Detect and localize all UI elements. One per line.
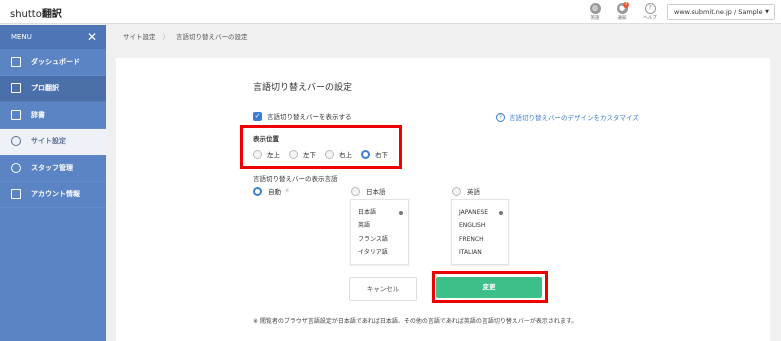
radio-label: 右下 bbox=[375, 151, 388, 159]
position-radio-group: 左上 左下 右上 右下 bbox=[253, 149, 397, 159]
position-radio-top-left[interactable]: 左上 bbox=[253, 149, 280, 159]
radio-icon bbox=[351, 186, 360, 196]
page-title: 言語切り替えバーの設定 bbox=[253, 83, 353, 93]
breadcrumb: サイト設定〉言語切り替えバーの設定 bbox=[106, 25, 781, 49]
radio-icon bbox=[325, 149, 334, 159]
position-radio-bottom-right[interactable]: 右下 bbox=[361, 149, 388, 159]
top-bar: shutto翻訳 ◍ 英語 ● 1 通知 ? ヘルプ www.submit.ne… bbox=[0, 0, 781, 24]
book-icon bbox=[11, 109, 21, 120]
radio-selected-icon bbox=[361, 149, 370, 159]
list-item-label: イタリア語 bbox=[358, 248, 388, 256]
sidebar: MENU ✕ ダッシュボード プロ翻訳 辞書 サイト設定 スタッフ管理 アカウン… bbox=[0, 25, 106, 341]
current-dot-icon bbox=[399, 211, 403, 215]
sidebar-item-pro-translation[interactable]: プロ翻訳 bbox=[0, 75, 106, 102]
position-radio-top-right[interactable]: 右上 bbox=[325, 149, 352, 159]
show-bar-checkbox-row[interactable]: ✓ 言語切り替えバーを表示する bbox=[253, 111, 352, 121]
radio-label: 左上 bbox=[267, 151, 280, 159]
sidebar-item-dictionary[interactable]: 辞書 bbox=[0, 102, 106, 129]
help-icon: ? bbox=[644, 3, 656, 14]
sidebar-item-label: 辞書 bbox=[31, 110, 45, 119]
app-logo[interactable]: shutto翻訳 bbox=[10, 5, 62, 20]
list-item: 英語 bbox=[358, 219, 401, 232]
breadcrumb-item-current: 言語切り替えバーの設定 bbox=[176, 33, 248, 41]
help-label: ヘルプ bbox=[643, 16, 657, 21]
notification-label: 通知 bbox=[617, 16, 627, 21]
sidebar-item-label: プロ翻訳 bbox=[31, 84, 59, 93]
sidebar-item-label: スタッフ管理 bbox=[31, 163, 73, 172]
cancel-button[interactable]: キャンセル bbox=[349, 277, 417, 301]
language-icon: ◍ bbox=[589, 3, 601, 14]
radio-icon bbox=[289, 149, 298, 159]
radio-icon bbox=[253, 149, 262, 159]
list-item: イタリア語 bbox=[358, 246, 401, 259]
list-item-label: ENGLISH bbox=[459, 222, 486, 230]
language-radio-auto[interactable]: 自動 ※ bbox=[253, 186, 289, 196]
sidebar-item-label: サイト設定 bbox=[31, 137, 66, 146]
radio-selected-icon bbox=[253, 186, 262, 196]
radio-label: 英語 bbox=[467, 188, 480, 196]
customize-design-link[interactable]: ? 言語切り替えバーのデザインをカスタマイズ bbox=[496, 112, 639, 122]
show-bar-checkbox-label: 言語切り替えバーを表示する bbox=[267, 113, 352, 121]
english-language-preview: JAPANESE ENGLISH FRENCH ITALIAN bbox=[451, 199, 509, 265]
note-mark: ※ bbox=[285, 188, 290, 194]
display-language-label: 言語切り替えバーの表示言語 bbox=[253, 175, 338, 183]
gear-icon bbox=[11, 136, 21, 147]
menu-header: MENU ✕ bbox=[0, 25, 106, 49]
japanese-language-preview: 日本語 英語 フランス語 イタリア語 bbox=[350, 199, 409, 265]
list-item-label: 英語 bbox=[358, 222, 371, 230]
language-radio-japanese[interactable]: 日本語 bbox=[351, 186, 386, 196]
chevron-down-icon: ▼ bbox=[765, 9, 769, 15]
position-radio-bottom-left[interactable]: 左下 bbox=[289, 149, 316, 159]
radio-label: 右上 bbox=[339, 151, 352, 159]
sidebar-item-staff[interactable]: スタッフ管理 bbox=[0, 155, 106, 182]
list-item-label: ITALIAN bbox=[459, 248, 482, 256]
main-panel: 言語切り替えバーの設定 ✓ 言語切り替えバーを表示する ? 言語切り替えバーのデ… bbox=[116, 58, 770, 341]
users-icon bbox=[11, 162, 21, 173]
list-item-label: フランス語 bbox=[358, 235, 388, 243]
home-icon bbox=[11, 56, 21, 67]
site-selector-value: www.submit.ne.jp / Sample bbox=[674, 8, 763, 16]
question-icon: ? bbox=[496, 112, 505, 122]
list-item-label: JAPANESE bbox=[459, 209, 488, 216]
sidebar-item-label: ダッシュボード bbox=[31, 57, 80, 66]
footnote: ※ 閲覧者のブラウザ言語設定が日本語であれば日本語、その他の言語であれば英語の言… bbox=[253, 318, 578, 325]
sidebar-item-site-settings[interactable]: サイト設定 bbox=[0, 128, 106, 155]
list-item: ENGLISH bbox=[459, 219, 501, 232]
save-button[interactable]: 変更 bbox=[436, 277, 542, 298]
language-radio-english[interactable]: 英語 bbox=[452, 186, 480, 196]
notification-badge: 1 bbox=[623, 2, 629, 8]
list-item: フランス語 bbox=[358, 233, 401, 246]
document-grid-icon bbox=[11, 83, 21, 94]
highlight-box-position bbox=[240, 125, 402, 169]
list-item: ITALIAN bbox=[459, 246, 501, 259]
notification-button[interactable]: ● 1 通知 bbox=[612, 2, 632, 21]
radio-label: 左下 bbox=[303, 151, 316, 159]
radio-label: 自動 bbox=[268, 188, 281, 196]
list-item: 日本語 bbox=[358, 206, 403, 219]
logo-suffix: 翻訳 bbox=[41, 9, 62, 20]
breadcrumb-item-site-settings[interactable]: サイト設定 bbox=[123, 33, 156, 41]
radio-label: 日本語 bbox=[366, 188, 386, 196]
sidebar-item-label: アカウント情報 bbox=[31, 190, 80, 199]
menu-label: MENU bbox=[11, 33, 32, 41]
logo-text: shutto bbox=[10, 9, 42, 20]
help-button[interactable]: ? ヘルプ bbox=[640, 3, 660, 21]
list-item: FRENCH bbox=[459, 233, 501, 246]
list-item-label: 日本語 bbox=[358, 209, 377, 216]
position-label: 表示位置 bbox=[253, 135, 279, 143]
breadcrumb-separator: 〉 bbox=[162, 33, 170, 41]
sidebar-item-dashboard[interactable]: ダッシュボード bbox=[0, 49, 106, 76]
list-item: JAPANESE bbox=[459, 206, 503, 219]
language-label: 英語 bbox=[590, 16, 600, 21]
list-item-label: FRENCH bbox=[459, 235, 484, 243]
checkbox-checked-icon[interactable]: ✓ bbox=[253, 111, 262, 121]
language-button[interactable]: ◍ 英語 bbox=[585, 3, 605, 21]
sidebar-item-account[interactable]: アカウント情報 bbox=[0, 182, 106, 208]
close-icon[interactable]: ✕ bbox=[87, 25, 97, 49]
customize-design-link-text: 言語切り替えバーのデザインをカスタマイズ bbox=[509, 114, 639, 122]
radio-icon bbox=[452, 186, 461, 196]
file-icon bbox=[11, 189, 21, 200]
current-dot-icon bbox=[499, 211, 503, 215]
site-selector[interactable]: www.submit.ne.jp / Sample ▼ bbox=[667, 4, 775, 20]
